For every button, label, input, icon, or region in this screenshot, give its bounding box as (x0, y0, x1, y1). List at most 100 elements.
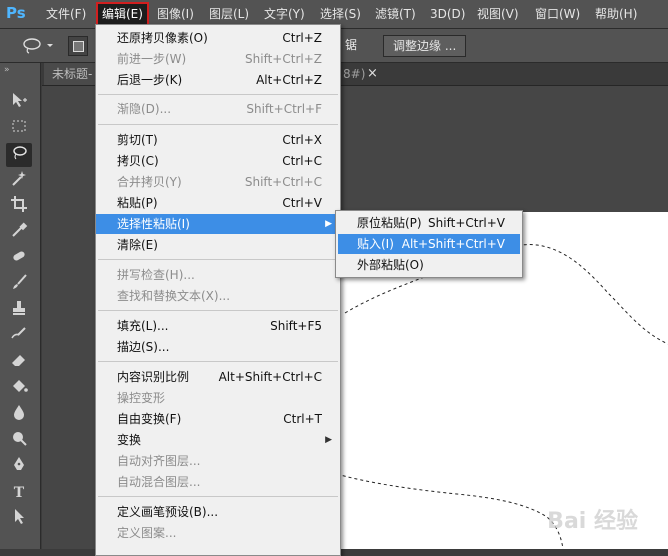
menu-check-spelling[interactable]: 拼写检查(H)... (96, 265, 340, 285)
new-selection-icon[interactable] (68, 36, 88, 56)
eraser-tool-icon[interactable] (6, 351, 32, 375)
paste-into-label: 贴入(I) (357, 237, 394, 251)
menu-paste-in-place[interactable]: 原位粘贴(P) Shift+Ctrl+V (338, 213, 520, 233)
menu-cut[interactable]: 剪切(T) Ctrl+X (96, 130, 340, 150)
menu-step-backward[interactable]: 后退一步(K) Alt+Ctrl+Z (96, 70, 340, 90)
menu-define-brush-preset[interactable]: 定义画笔预设(B)... (96, 502, 340, 522)
menu-paste-into[interactable]: 贴入(I) Alt+Shift+Ctrl+V (338, 234, 520, 254)
submenu-arrow-icon: ▶ (325, 219, 332, 229)
tab-untitled[interactable]: 未标题- (44, 63, 101, 85)
puppet-warp-label: 操控变形 (117, 391, 166, 405)
path-selection-icon[interactable] (6, 507, 32, 531)
marquee-tool-icon[interactable] (6, 117, 32, 141)
separator (98, 124, 338, 125)
menu-find-replace[interactable]: 查找和替换文本(X)... (96, 286, 340, 306)
type-tool-icon[interactable]: T (6, 481, 32, 505)
lasso-tool-icon[interactable] (6, 143, 32, 167)
menu-auto-align-layers[interactable]: 自动对齐图层... (96, 451, 340, 471)
menu-layer[interactable]: 图层(L) (205, 4, 253, 24)
menu-select[interactable]: 选择(S) (316, 4, 365, 24)
menu-file[interactable]: 文件(F) (42, 4, 90, 24)
menu-undo[interactable]: 还原拷贝像素(O) Ctrl+Z (96, 28, 340, 48)
crop-tool-icon[interactable] (6, 195, 32, 219)
cut-label: 剪切(T) (117, 133, 158, 147)
menu-stroke[interactable]: 描边(S)... (96, 337, 340, 357)
copy-merged-label: 合并拷贝(Y) (117, 175, 182, 189)
menu-edit[interactable]: 编辑(E) (96, 2, 149, 26)
tools-panel: » T (0, 63, 41, 549)
menu-image[interactable]: 图像(I) (153, 4, 198, 24)
copy-merged-shortcut: Shift+Ctrl+C (244, 175, 322, 189)
menu-free-transform[interactable]: 自由变换(F) Ctrl+T (96, 409, 340, 429)
cut-shortcut: Ctrl+X (282, 133, 322, 147)
menu-content-aware-scale[interactable]: 内容识别比例 Alt+Shift+Ctrl+C (96, 367, 340, 387)
menu-window[interactable]: 窗口(W) (531, 4, 584, 24)
separator (98, 310, 338, 311)
menu-view[interactable]: 视图(V) (473, 4, 523, 24)
content-aware-scale-shortcut: Alt+Shift+Ctrl+C (218, 370, 322, 384)
menu-clear[interactable]: 清除(E) (96, 235, 340, 255)
fill-label: 填充(L)... (117, 319, 169, 333)
menu-paste-outside[interactable]: 外部粘贴(O) (338, 255, 520, 275)
tab-other-suffix: 8#) (343, 67, 366, 81)
menu-filter[interactable]: 滤镜(T) (371, 4, 420, 24)
history-brush-icon[interactable] (6, 325, 32, 349)
find-replace-label: 查找和替换文本(X)... (117, 289, 231, 303)
step-forward-label: 前进一步(W) (117, 52, 187, 66)
separator (98, 496, 338, 497)
free-transform-shortcut: Ctrl+T (283, 412, 322, 426)
stroke-label: 描边(S)... (117, 340, 170, 354)
magic-wand-icon[interactable] (6, 169, 32, 193)
auto-blend-layers-label: 自动混合图层... (117, 475, 201, 489)
menu-fill[interactable]: 填充(L)... Shift+F5 (96, 316, 340, 336)
fade-label: 渐隐(D)... (117, 102, 172, 116)
paste-special-submenu: 原位粘贴(P) Shift+Ctrl+V 贴入(I) Alt+Shift+Ctrl+… (335, 210, 523, 278)
paste-outside-label: 外部粘贴(O) (357, 258, 424, 272)
menu-paste[interactable]: 粘贴(P) Ctrl+V (96, 193, 340, 213)
step-backward-shortcut: Alt+Ctrl+Z (256, 73, 322, 87)
eyedropper-icon[interactable] (6, 221, 32, 245)
submenu-arrow-icon: ▶ (325, 435, 332, 445)
check-spelling-label: 拼写检查(H)... (117, 268, 195, 282)
blur-tool-icon[interactable] (6, 403, 32, 427)
menu-copy-merged[interactable]: 合并拷贝(Y) Shift+Ctrl+C (96, 172, 340, 192)
dodge-tool-icon[interactable] (6, 429, 32, 453)
menu-type[interactable]: 文字(Y) (260, 4, 309, 24)
pen-tool-icon[interactable] (6, 455, 32, 479)
panel-collapse-icon[interactable]: » (4, 65, 10, 75)
step-backward-label: 后退一步(K) (117, 73, 183, 87)
menu-copy[interactable]: 拷贝(C) Ctrl+C (96, 151, 340, 171)
transform-label: 变换 (117, 433, 142, 447)
menu-3d[interactable]: 3D(D) (426, 4, 469, 24)
menu-step-forward[interactable]: 前进一步(W) Shift+Ctrl+Z (96, 49, 340, 69)
menu-puppet-warp[interactable]: 操控变形 (96, 388, 340, 408)
close-tab-icon[interactable]: × (367, 63, 378, 85)
clone-stamp-icon[interactable] (6, 299, 32, 323)
menu-paste-special[interactable]: 选择性粘贴(I) ▶ (96, 214, 340, 234)
refine-edge-button[interactable]: 调整边缘 ... (383, 35, 467, 57)
copy-label: 拷贝(C) (117, 154, 159, 168)
menu-transform[interactable]: 变换 ▶ (96, 430, 340, 450)
undo-label: 还原拷贝像素(O) (117, 31, 208, 45)
paste-in-place-label: 原位粘贴(P) (357, 216, 422, 230)
brush-tool-icon[interactable] (6, 273, 32, 297)
paste-shortcut: Ctrl+V (282, 196, 322, 210)
menu-help[interactable]: 帮助(H) (591, 4, 641, 24)
separator (98, 259, 338, 260)
paste-in-place-shortcut: Shift+Ctrl+V (428, 216, 505, 230)
undo-shortcut: Ctrl+Z (282, 31, 322, 45)
healing-brush-icon[interactable] (6, 247, 32, 271)
free-transform-label: 自由变换(F) (117, 412, 182, 426)
copy-shortcut: Ctrl+C (282, 154, 322, 168)
content-aware-scale-label: 内容识别比例 (117, 370, 190, 384)
photoshop-logo: Ps (6, 4, 26, 22)
menu-fade[interactable]: 渐隐(D)... Shift+Ctrl+F (96, 99, 340, 119)
move-tool-icon[interactable] (6, 91, 32, 115)
menu-auto-blend-layers[interactable]: 自动混合图层... (96, 472, 340, 492)
lasso-preset-icon[interactable] (20, 35, 56, 55)
menu-define-pattern[interactable]: 定义图案... (96, 523, 340, 543)
auto-align-layers-label: 自动对齐图层... (117, 454, 201, 468)
paint-bucket-icon[interactable] (6, 377, 32, 401)
watermark-text: Bai 经验 (547, 509, 638, 534)
separator (98, 94, 338, 95)
